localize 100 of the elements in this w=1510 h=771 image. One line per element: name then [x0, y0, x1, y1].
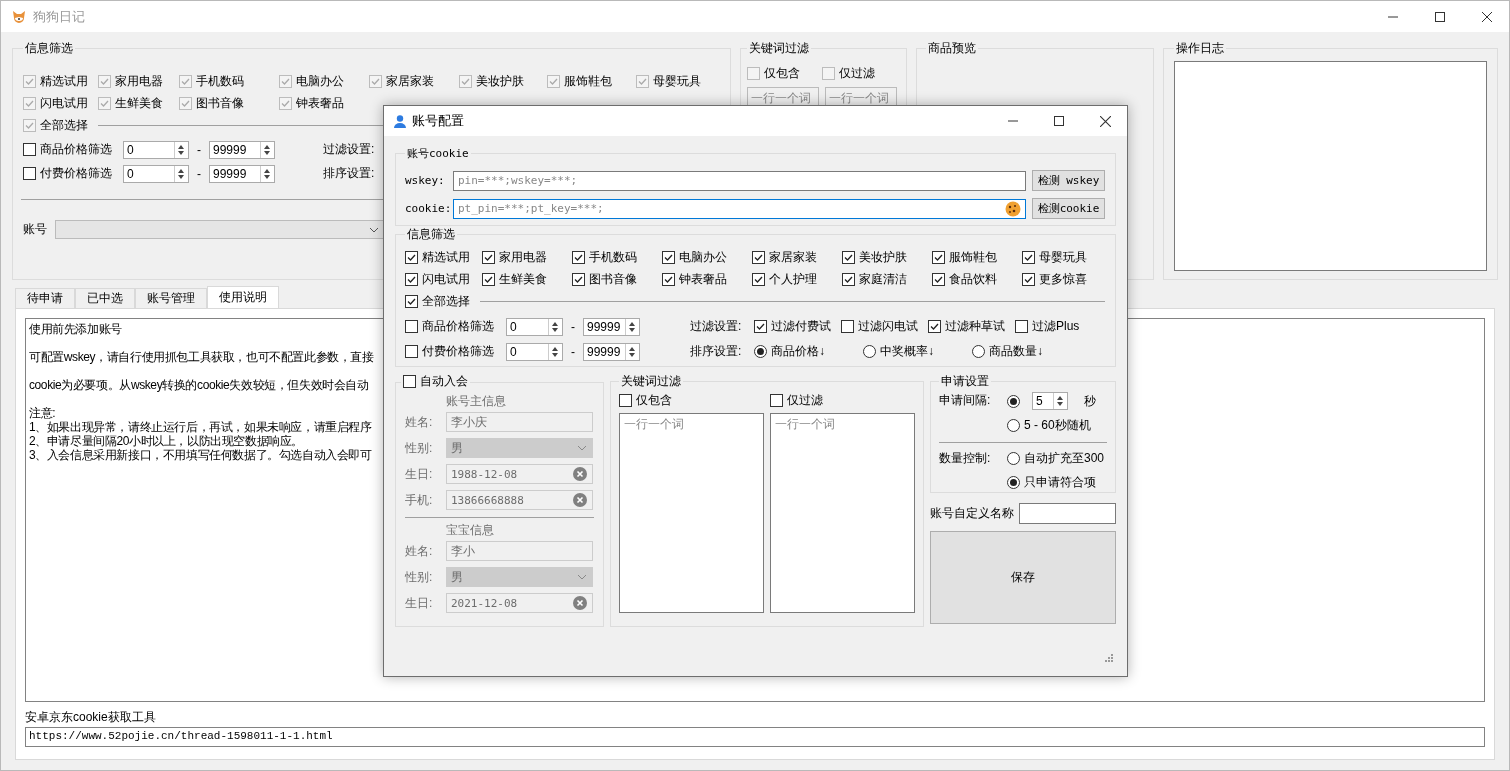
check-icon [99, 98, 110, 109]
category-checkbox[interactable]: 美妆护肤 [842, 249, 932, 266]
group-title: 商品预览 [927, 40, 977, 57]
field-label: 手机: [405, 491, 434, 509]
keyword-checkbox[interactable]: 仅过滤 [770, 392, 915, 409]
check-button[interactable]: 检测cookie [1032, 198, 1105, 219]
instruction-line: cookie为必要项。从wskey转换的cookie失效较短，但失效时会自动 [29, 378, 369, 392]
check-icon [929, 321, 940, 332]
maximize-icon[interactable] [1054, 116, 1064, 126]
filter-checkbox[interactable]: 过滤种草试 [928, 318, 1005, 335]
keyword-checkbox[interactable]: 仅包含 [619, 392, 764, 409]
instruction-line: 注意: [29, 406, 56, 420]
check-button[interactable]: 检测 wskey [1032, 170, 1105, 191]
category-checkbox[interactable]: 更多惊喜 [1022, 271, 1112, 288]
category-checkbox[interactable]: 闪电试用 [405, 271, 482, 288]
category-checkbox[interactable]: 家庭清洁 [842, 271, 932, 288]
tab[interactable]: 账号管理 [135, 288, 207, 308]
interval-radio[interactable]: 5 - 60秒随机 [1007, 417, 1091, 434]
group-title: 关键词过滤 [748, 41, 810, 57]
check-icon [753, 252, 764, 263]
number-field[interactable]: 0 [506, 317, 563, 336]
tab[interactable]: 已中选 [75, 288, 135, 308]
check-icon [99, 76, 110, 87]
filter-checkbox[interactable]: 过滤付费试 [754, 318, 831, 335]
check-icon [460, 76, 471, 87]
check-icon [753, 274, 764, 285]
sort-radio[interactable]: 商品价格↓ [754, 343, 825, 360]
select-all-checkbox[interactable]: 全部选择 [405, 293, 470, 310]
count-radio[interactable]: 只申请符合项 [1007, 474, 1105, 491]
price-filter-checkbox[interactable]: 付费价格筛选 [23, 165, 123, 182]
category-checkbox[interactable]: 家用电器 [482, 249, 572, 266]
keyword-textarea[interactable]: 一行一个词 [619, 413, 764, 613]
category-checkbox[interactable]: 钟表奢品 [662, 271, 752, 288]
tab[interactable]: 待申请 [15, 288, 75, 308]
setting-label: 申请间隔: [939, 392, 992, 409]
category-checkbox[interactable]: 家居家装 [752, 249, 842, 266]
check-icon [637, 76, 648, 87]
category-checkbox[interactable]: 食品饮料 [932, 271, 1022, 288]
category-checkbox[interactable]: 电脑办公 [662, 249, 752, 266]
number-field[interactable]: 0 [123, 164, 189, 183]
check-icon [573, 252, 584, 263]
setting-label: 过滤设置: [323, 141, 376, 158]
tab[interactable]: 使用说明 [207, 286, 279, 308]
check-icon [280, 98, 291, 109]
chevron-icon [577, 574, 587, 580]
check-icon [180, 98, 191, 109]
field-label: 生日: [405, 594, 434, 612]
close-icon[interactable] [1100, 115, 1111, 127]
user-icon [394, 114, 406, 128]
section-title: 宝宝信息 [445, 522, 495, 538]
check-icon [483, 274, 494, 285]
price-filter-checkbox[interactable]: 商品价格筛选 [23, 141, 123, 158]
number-field[interactable]: 99999 [209, 164, 275, 183]
count-radio[interactable]: 自动扩充至300 [1007, 450, 1105, 467]
filter-checkbox[interactable]: 过滤Plus [1015, 318, 1080, 335]
category-checkbox[interactable]: 个人护理 [752, 271, 842, 288]
tool-label: 安卓京东cookie获取工具 [25, 709, 157, 723]
group-title: 信息筛选 [406, 226, 456, 243]
number-field[interactable]: 99999 [583, 342, 640, 361]
chevron-icon [369, 226, 379, 233]
category-checkbox[interactable]: 图书音像 [572, 271, 662, 288]
category-checkbox[interactable]: 手机数码 [572, 249, 662, 266]
number-field[interactable]: 0 [123, 140, 189, 159]
section-title: 账号主信息 [445, 393, 507, 409]
url-field[interactable]: https://www.52pojie.cn/thread-1598011-1-1.html [25, 727, 1485, 747]
unit-label: 秒 [1084, 392, 1096, 410]
price-filter-checkbox[interactable]: 付费价格筛选 [405, 343, 506, 360]
custom-name-field[interactable] [1019, 503, 1116, 524]
range-dash: - [196, 166, 202, 181]
filter-checkbox[interactable]: 过滤闪电试 [841, 318, 918, 335]
range-dash: - [570, 344, 576, 359]
check-icon [1023, 252, 1034, 263]
save-button[interactable]: 保存 [930, 531, 1116, 624]
check-icon [933, 252, 944, 263]
keyword-textarea[interactable]: 一行一个词 [770, 413, 915, 613]
category-checkbox[interactable]: 生鲜美食 [482, 271, 572, 288]
category-checkbox[interactable]: 母婴玩具 [1022, 249, 1112, 266]
number-field[interactable]: 99999 [209, 140, 275, 159]
dialog-title: 账号配置 [412, 112, 464, 130]
field-label: 性别: [405, 568, 434, 586]
category-checkbox[interactable]: 服饰鞋包 [932, 249, 1022, 266]
number-field[interactable]: 5 [1032, 392, 1068, 410]
sort-radio[interactable]: 商品数量↓ [972, 343, 1043, 360]
price-filter-checkbox[interactable]: 商品价格筛选 [405, 318, 506, 335]
close-icon[interactable] [1482, 11, 1492, 22]
number-field[interactable]: 99999 [583, 317, 640, 336]
number-field[interactable]: 0 [506, 342, 563, 361]
maximize-icon[interactable] [1435, 11, 1445, 22]
dog-face-icon [11, 8, 27, 25]
resize-grip-icon[interactable] [1105, 654, 1113, 662]
range-dash: - [570, 319, 576, 334]
field-label: 生日: [405, 465, 434, 483]
check-icon [1023, 274, 1034, 285]
range-dash: - [196, 142, 202, 157]
category-checkbox[interactable]: 精选试用 [405, 249, 482, 266]
check-icon [573, 274, 584, 285]
cookie-field[interactable]: pt_pin=***;pt_key=***; [453, 198, 1026, 219]
cookie-icon [1005, 200, 1021, 217]
sort-radio[interactable]: 中奖概率↓ [863, 343, 934, 360]
cookie-field[interactable]: pin=***;wskey=***; [453, 170, 1026, 191]
